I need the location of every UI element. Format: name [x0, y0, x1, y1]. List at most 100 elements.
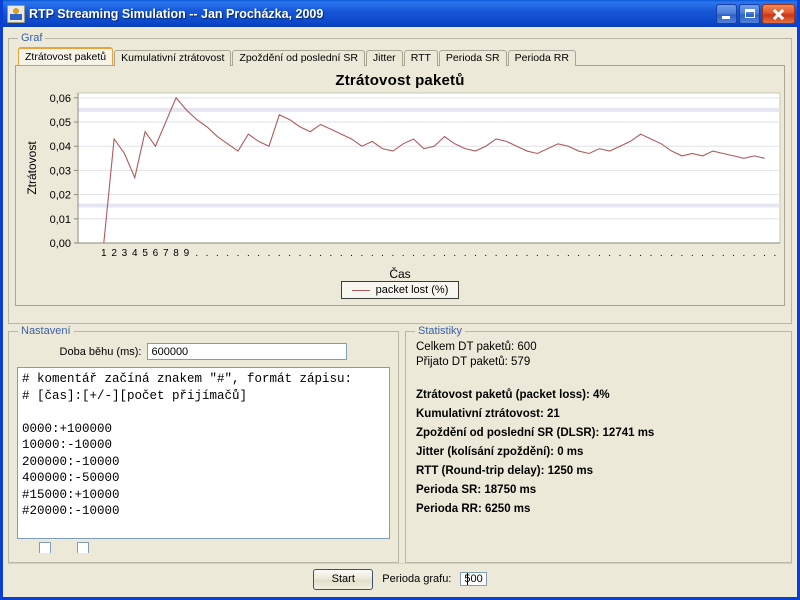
application-window: RTP Streaming Simulation -- Jan Procházk…: [0, 0, 800, 600]
settings-panel: Nastavení Doba běhu (ms): 600000 # komen…: [8, 325, 399, 563]
svg-text:.: .: [681, 248, 684, 259]
checkbox-left[interactable]: [39, 542, 55, 553]
svg-text:.: .: [474, 248, 477, 259]
perioda-grafu-label: Perioda grafu:: [382, 573, 452, 585]
minimize-button[interactable]: [716, 3, 737, 24]
svg-text:8: 8: [173, 248, 179, 259]
close-icon: [763, 5, 794, 23]
svg-text:.: .: [742, 248, 745, 259]
tab-ztratovost-paketu[interactable]: Ztrátovost paketů: [18, 47, 114, 65]
svg-text:0,01: 0,01: [50, 214, 71, 226]
runtime-label: Doba běhu (ms):: [59, 345, 142, 358]
svg-text:.: .: [660, 248, 663, 259]
svg-text:.: .: [567, 248, 570, 259]
tab-jitter[interactable]: Jitter: [365, 50, 403, 66]
svg-text:7: 7: [163, 248, 169, 259]
stat-rtt: RTT (Round-trip delay): 1250 ms: [416, 465, 593, 477]
text-caret: [467, 572, 469, 585]
svg-text:.: .: [381, 248, 384, 259]
tab-rtt[interactable]: RTT: [403, 50, 438, 66]
svg-text:.: .: [422, 248, 425, 259]
svg-text:.: .: [588, 248, 591, 259]
svg-text:.: .: [402, 248, 405, 259]
svg-text:.: .: [557, 248, 560, 259]
chart-legend: packet lost (%): [20, 281, 780, 301]
svg-text:.: .: [330, 248, 333, 259]
svg-text:.: .: [650, 248, 653, 259]
chart-tab-panel: Ztrátovost paketů 0,00 0,01 0,02 0,03 0,04 0,…: [15, 65, 785, 306]
svg-text:.: .: [639, 248, 642, 259]
stat-dlsr: Zpoždění od poslední SR (DLSR): 12741 ms: [416, 427, 655, 439]
perioda-grafu-input[interactable]: 500: [460, 571, 487, 586]
svg-text:.: .: [536, 248, 539, 259]
svg-text:Ztrátovost: Ztrátovost: [25, 141, 39, 195]
svg-text:.: .: [753, 248, 756, 259]
svg-text:.: .: [484, 248, 487, 259]
svg-text:.: .: [195, 248, 198, 259]
svg-text:.: .: [247, 248, 250, 259]
svg-text:4: 4: [132, 248, 138, 259]
svg-text:.: .: [391, 248, 394, 259]
svg-text:.: .: [701, 248, 704, 259]
svg-text:.: .: [712, 248, 715, 259]
statistics-spacer: [414, 368, 783, 382]
stat-perioda-rr: Perioda RR: 6250 ms: [416, 503, 531, 515]
script-textarea[interactable]: # komentář začíná znakem "#", formát záp…: [17, 367, 390, 539]
legend-label-packet-lost: packet lost (%): [375, 284, 449, 296]
svg-text:.: .: [608, 248, 611, 259]
svg-text:.: .: [361, 248, 364, 259]
title-bar: RTP Streaming Simulation -- Jan Procházk…: [3, 0, 797, 27]
stat-perioda-sr: Perioda SR: 18750 ms: [416, 484, 537, 496]
window-title: RTP Streaming Simulation -- Jan Procházk…: [29, 6, 324, 21]
svg-text:.: .: [505, 248, 508, 259]
svg-text:0,06: 0,06: [50, 93, 71, 105]
minimize-icon: [717, 5, 736, 23]
statistics-panel-label: Statistiky: [415, 325, 466, 337]
start-button[interactable]: Start: [313, 568, 374, 590]
svg-text:.: .: [546, 248, 549, 259]
svg-text:.: .: [268, 248, 271, 259]
tab-perioda-rr[interactable]: Perioda RR: [507, 50, 576, 66]
checkbox-left-box: [39, 542, 51, 553]
close-button[interactable]: [762, 3, 795, 24]
maximize-icon: [740, 5, 759, 23]
svg-text:.: .: [443, 248, 446, 259]
settings-panel-label: Nastavení: [18, 325, 74, 337]
svg-text:.: .: [763, 248, 766, 259]
chart-title: Ztrátovost paketů: [335, 72, 465, 89]
svg-text:.: .: [629, 248, 632, 259]
statistics-panel: Statistiky Celkem DT paketů: 600 Přijato…: [405, 325, 792, 563]
svg-text:0,00: 0,00: [50, 238, 71, 250]
svg-text:.: .: [278, 248, 281, 259]
maximize-button[interactable]: [739, 3, 760, 24]
runtime-row: Doba běhu (ms): 600000: [17, 343, 390, 360]
runtime-input[interactable]: 600000: [147, 343, 348, 360]
svg-text:.: .: [691, 248, 694, 259]
svg-text:.: .: [288, 248, 291, 259]
svg-text:.: .: [577, 248, 580, 259]
chart-plot: 0,00 0,01 0,02 0,03 0,04 0,05 0,06 Ztrátovost 1 2…: [25, 92, 781, 259]
svg-text:.: .: [773, 248, 776, 259]
svg-text:.: .: [350, 248, 353, 259]
stat-cumulative-loss: Kumulativní ztrátovost: 21: [416, 408, 560, 420]
stat-packet-loss: Ztrátovost paketů (packet loss): 4%: [416, 389, 610, 401]
tab-kumulativni-ztratovost[interactable]: Kumulativní ztrátovost: [114, 50, 232, 66]
svg-text:.: .: [670, 248, 673, 259]
svg-text:.: .: [216, 248, 219, 259]
tab-perioda-sr[interactable]: Perioda SR: [438, 50, 507, 66]
stat-total-dt-packets: Celkem DT paketů: 600: [416, 341, 537, 353]
tab-zpozdeni-od-posledni-sr[interactable]: Zpoždění od poslední SR: [232, 50, 365, 66]
svg-text:0,04: 0,04: [50, 141, 71, 153]
checkbox-right[interactable]: [77, 542, 93, 553]
lower-area: Nastavení Doba běhu (ms): 600000 # komen…: [8, 324, 792, 563]
svg-text:.: .: [515, 248, 518, 259]
svg-text:.: .: [309, 248, 312, 259]
svg-text:9: 9: [184, 248, 190, 259]
svg-text:.: .: [371, 248, 374, 259]
svg-text:.: .: [495, 248, 498, 259]
checkbox-right-box: [77, 542, 89, 553]
svg-text:.: .: [598, 248, 601, 259]
svg-text:.: .: [732, 248, 735, 259]
window-controls: [716, 3, 795, 24]
svg-text:0,05: 0,05: [50, 117, 71, 129]
